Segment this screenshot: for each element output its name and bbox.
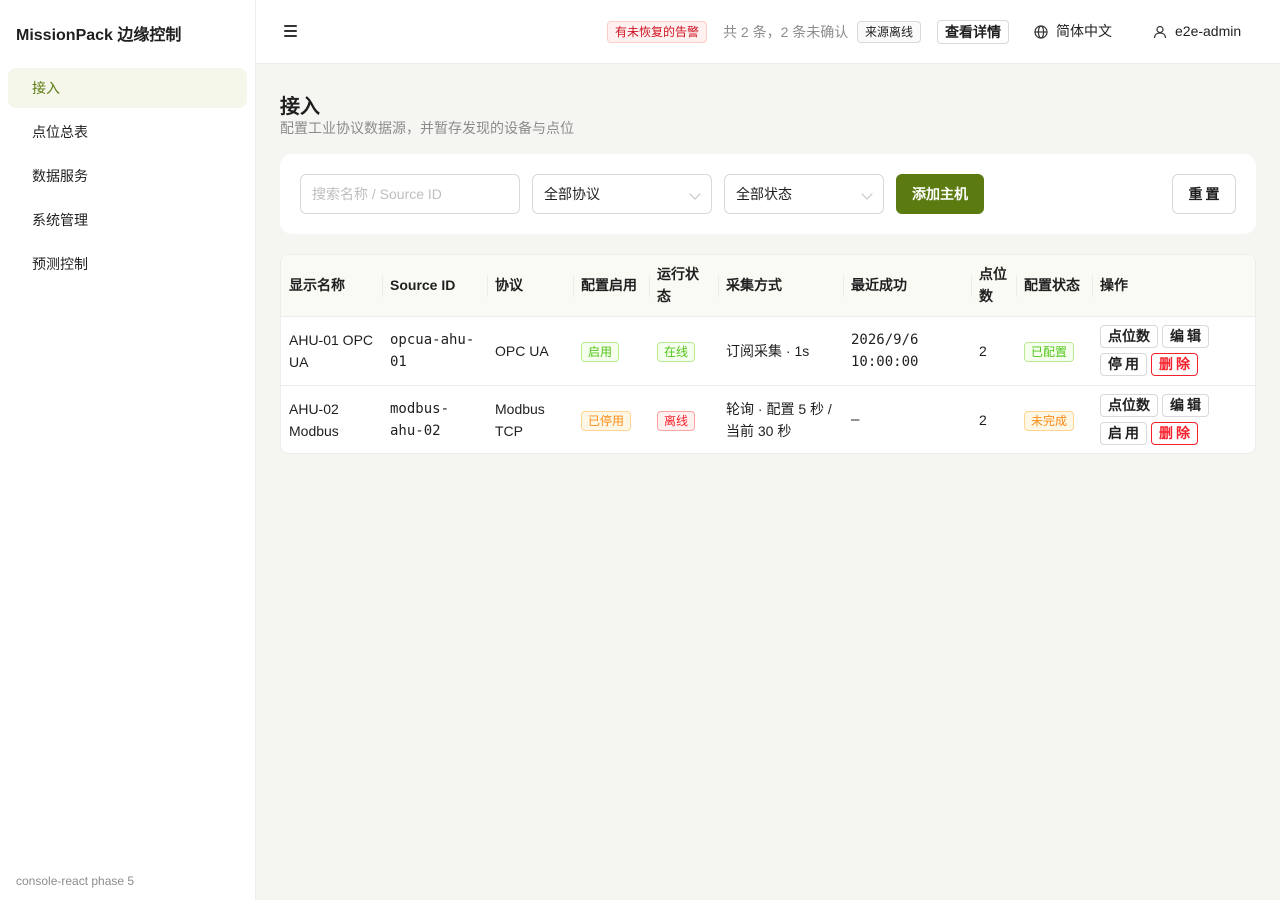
points-count-cell: 2 [971,316,1016,386]
column-header: 配置状态 [1016,255,1092,317]
sidebar-item-predictive[interactable]: 预测控制 [8,244,247,284]
menu-icon[interactable] [284,22,300,40]
sources-table: 显示名称 Source ID 协议 配置启用 运行状态 采集方式 最近成功 点位… [280,254,1256,454]
version-note: console-react phase 5 [16,874,135,888]
sidebar-item-points[interactable]: 点位总表 [8,112,247,152]
alert-badge: 有未恢复的告警 [607,21,708,43]
column-header: 操作 [1092,255,1255,317]
enable-button[interactable]: 启用 [1100,422,1147,446]
sidebar: MissionPack 边缘控制 接入 点位总表 数据服务 系统管理 预测控制 … [0,0,256,900]
delete-button[interactable]: 删除 [1151,353,1198,376]
display-name-cell: AHU-02 Modbus [289,400,339,439]
config-status-badge: 已配置 [1024,341,1075,362]
table-row: AHU-02 Modbus modbus-ahu-02 Modbus TCP 已… [281,385,1255,453]
config-status-cell: 未完成 [1016,385,1092,453]
points-button[interactable]: 点位数 [1100,325,1158,348]
filter-bar: 全部协议 全部状态 添加主机 重置 [280,154,1256,234]
username: e2e-admin [1175,23,1242,39]
top-header: 有未恢复的告警 共 2 条，2 条未确认 来源离线 查看详情 简体中文 e2e-… [256,0,1280,64]
last-success-cell: 2026/9/6 10:00:00 [843,316,971,386]
collect-mode-cell: 订阅采集 · 1s [718,316,843,386]
runtime-status-badge: 离线 [657,410,696,431]
status-select-value: 全部状态 [736,186,792,202]
last-success-cell: — [851,411,860,428]
display-name-cell: AHU-01 OPC UA [281,316,382,386]
language-label: 简体中文 [1056,23,1112,39]
protocol-cell: OPC UA [487,316,573,386]
column-header: 点位数 [971,255,1016,317]
runtime-status-badge: 在线 [657,341,696,362]
user-menu[interactable]: e2e-admin [1153,20,1241,44]
column-header: 运行状态 [649,255,718,317]
page-subtitle: 配置工业协议数据源，并暂存发现的设备与点位 [280,120,574,136]
column-header: 最近成功 [843,255,971,317]
collect-mode-cell: 轮询 · 配置 5 秒 / 当前 30 秒 [726,400,832,439]
add-host-button[interactable]: 添加主机 [896,174,984,214]
sidebar-item-access[interactable]: 接入 [8,68,247,108]
enabled-cell: 已停用 [573,385,649,453]
protocol-cell: Modbus TCP [495,400,545,439]
disable-button[interactable]: 停用 [1100,353,1147,376]
edit-button[interactable]: 编辑 [1162,394,1209,418]
actions-cell: 点位数 编辑 停用 删除 [1092,316,1255,386]
sidebar-item-data-service[interactable]: 数据服务 [8,156,247,196]
sidebar-nav: 接入 点位总表 数据服务 系统管理 预测控制 [8,68,247,288]
chevron-down-icon [861,188,873,200]
table-row: AHU-01 OPC UA opcua-ahu-01 OPC UA 启用 在线 … [281,316,1255,386]
brand-title: MissionPack 边缘控制 [16,27,182,44]
edit-button[interactable]: 编辑 [1162,325,1209,348]
globe-icon [1034,25,1048,39]
actions-cell: 点位数 编辑 启用 删除 [1092,385,1255,453]
protocol-select-value: 全部协议 [544,186,600,202]
column-header: 采集方式 [718,255,843,317]
alert-count-text: 共 2 条，2 条未确认 [723,24,849,40]
config-status-cell: 已配置 [1016,316,1092,386]
source-offline-tag: 来源离线 [857,21,922,43]
runtime-cell: 离线 [649,385,718,453]
sidebar-item-system[interactable]: 系统管理 [8,200,247,240]
column-header: 协议 [487,255,573,317]
column-header: 配置启用 [573,255,649,317]
enabled-badge: 已停用 [581,410,632,431]
view-details-button[interactable]: 查看详情 [937,20,1009,44]
enabled-cell: 启用 [573,316,649,386]
status-select[interactable]: 全部状态 [724,174,884,214]
source-id-cell: opcua-ahu-01 [382,316,487,386]
delete-button[interactable]: 删除 [1151,422,1198,446]
chevron-down-icon [689,188,701,200]
column-header: Source ID [382,255,487,317]
enabled-badge: 启用 [581,341,620,362]
points-count-cell: 2 [979,411,987,428]
source-id-cell: modbus-ahu-02 [390,400,450,439]
table-header-row: 显示名称 Source ID 协议 配置启用 运行状态 采集方式 最近成功 点位… [281,255,1255,317]
points-button[interactable]: 点位数 [1100,394,1158,418]
runtime-cell: 在线 [649,316,718,386]
search-input[interactable] [300,174,520,214]
column-header: 显示名称 [281,255,382,317]
user-icon [1153,25,1167,39]
reset-button[interactable]: 重置 [1172,174,1236,214]
language-switcher[interactable]: 简体中文 [1034,20,1112,44]
config-status-badge: 未完成 [1024,410,1075,431]
page-title: 接入 [280,96,320,118]
protocol-select[interactable]: 全部协议 [532,174,712,214]
